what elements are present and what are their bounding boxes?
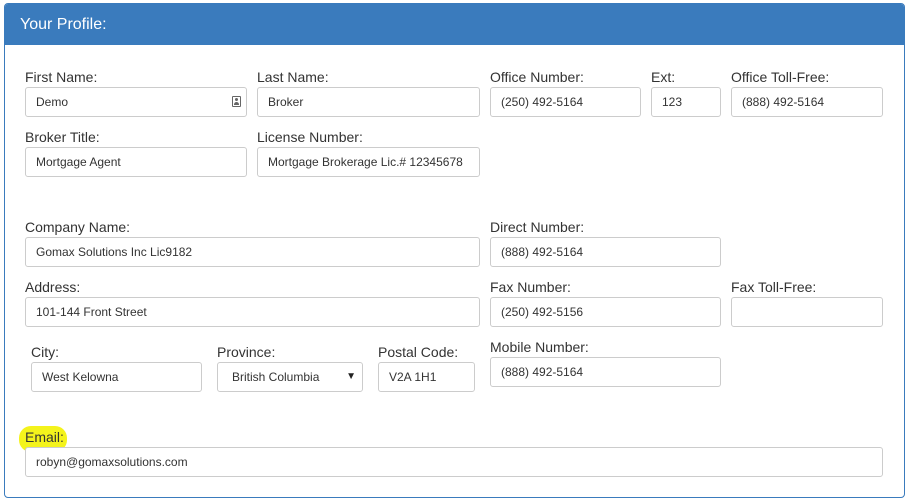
address-field[interactable]: 101-144 Front Street [25,297,480,327]
ext-label: Ext: [651,69,676,85]
fax-toll-free-field[interactable] [731,297,883,327]
fax-number-label: Fax Number: [490,279,571,295]
ext-field[interactable]: 123 [651,87,721,117]
panel-header: Your Profile: [5,4,904,45]
office-toll-free-field[interactable]: (888) 492-5164 [731,87,883,117]
fax-toll-free-label: Fax Toll-Free: [731,279,817,295]
last-name-label: Last Name: [257,69,329,85]
first-name-field[interactable]: Demo [25,87,247,117]
province-select[interactable]: British Columbia ▼ [217,362,363,392]
direct-number-label: Direct Number: [490,219,585,235]
city-label: City: [31,344,59,360]
broker-title-label: Broker Title: [25,129,100,145]
license-number-label: License Number: [257,129,363,145]
mobile-number-field[interactable]: (888) 492-5164 [490,357,721,387]
email-label: Email: [25,429,64,445]
first-name-value: Demo [36,95,69,109]
email-field[interactable]: robyn@gomaxsolutions.com [25,447,883,477]
license-number-field[interactable]: Mortgage Brokerage Lic.# 12345678 [257,147,480,177]
broker-title-field[interactable]: Mortgage Agent [25,147,247,177]
caret-down-icon: ▼ [346,371,356,382]
page-title: Your Profile: [20,16,107,33]
postal-code-field[interactable]: V2A 1H1 [378,362,475,392]
mobile-number-label: Mobile Number: [490,339,589,355]
contact-card-icon[interactable] [232,96,241,107]
province-value: British Columbia [232,370,320,384]
address-label: Address: [25,279,81,295]
postal-code-label: Postal Code: [378,344,459,360]
office-number-label: Office Number: [490,69,584,85]
province-label: Province: [217,344,276,360]
company-name-field[interactable]: Gomax Solutions Inc Lic9182 [25,237,480,267]
company-name-label: Company Name: [25,219,131,235]
office-number-field[interactable]: (250) 492-5164 [490,87,641,117]
office-toll-free-label: Office Toll-Free: [731,69,830,85]
last-name-field[interactable]: Broker [257,87,480,117]
city-field[interactable]: West Kelowna [31,362,202,392]
fax-number-field[interactable]: (250) 492-5156 [490,297,721,327]
first-name-label: First Name: [25,69,98,85]
direct-number-field[interactable]: (888) 492-5164 [490,237,721,267]
